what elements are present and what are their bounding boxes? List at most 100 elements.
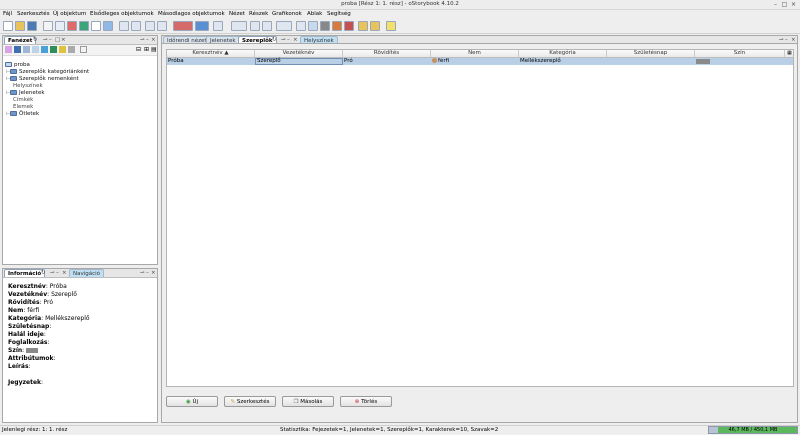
scene-filter-icon[interactable]: [32, 46, 39, 53]
tab-information[interactable]: Információ: [4, 269, 46, 277]
menu-file[interactable]: Fájl: [3, 11, 12, 17]
menu-window[interactable]: Ablak: [307, 11, 322, 17]
export-icon[interactable]: [308, 21, 318, 31]
location-icon[interactable]: [79, 21, 89, 31]
cell-color: [695, 58, 785, 65]
column-header-lastname[interactable]: Vezetéknév: [255, 50, 343, 57]
options-icon[interactable]: ▤: [151, 46, 157, 53]
float-icon[interactable]: ⊸: [140, 270, 145, 276]
manage-view-icon[interactable]: [145, 21, 155, 31]
location-filter-icon[interactable]: [50, 46, 57, 53]
cell-gender: férfi: [431, 58, 519, 65]
menu-help[interactable]: Segítség: [327, 11, 351, 17]
more-filter-icon[interactable]: [68, 46, 75, 53]
scene-icon[interactable]: [55, 21, 65, 31]
tag-icon[interactable]: [103, 21, 113, 31]
folder-icon: [10, 69, 17, 74]
column-header-category[interactable]: Kategória: [519, 50, 607, 57]
column-header-gender[interactable]: Nem: [431, 50, 519, 57]
idea-filter-icon[interactable]: [59, 46, 66, 53]
statistics: Statisztika: Fejezetek=1, Jelenetek=1, S…: [280, 427, 499, 433]
column-header-birthday[interactable]: Születésnap: [607, 50, 695, 57]
part-icon[interactable]: [14, 46, 21, 53]
refresh-icon[interactable]: [332, 21, 342, 31]
menu-parts[interactable]: Részek: [249, 11, 268, 17]
table-row[interactable]: Próba Szereplő Pró férfi Mellékszereplő: [167, 58, 793, 65]
tree-item-locations[interactable]: Helyszínek: [13, 83, 43, 89]
tree-root[interactable]: proba: [5, 62, 30, 68]
close-icon[interactable]: ×: [62, 270, 67, 276]
filter-icon[interactable]: [5, 46, 12, 53]
refresh-icon[interactable]: ↻: [33, 37, 38, 43]
tree-item-tags[interactable]: Címkék: [13, 97, 33, 103]
column-header-abbreviation[interactable]: Rövidítés: [343, 50, 431, 57]
tab-tree-view[interactable]: Fanézet: [4, 36, 37, 44]
panel-close-icon[interactable]: ×: [151, 270, 156, 276]
refresh-icon[interactable]: ↻: [41, 270, 46, 276]
folder-icon: [10, 76, 17, 81]
print-icon[interactable]: [320, 21, 330, 31]
menu-secondary-objects[interactable]: Másodlagos objektumok: [158, 11, 225, 17]
attribute-icon[interactable]: [296, 21, 306, 31]
previous-icon[interactable]: [358, 21, 368, 31]
minimize-icon[interactable]: –: [49, 37, 52, 43]
collapse-icon[interactable]: ⊟: [136, 46, 141, 53]
tree-item-scenes[interactable]: ⊢ Jelenetek: [6, 90, 45, 96]
item-icon[interactable]: [91, 21, 101, 31]
minimize-icon[interactable]: –: [772, 1, 779, 8]
person-filter-icon[interactable]: [41, 46, 48, 53]
book-view-icon[interactable]: [131, 21, 141, 31]
delete-button[interactable]: ⊗ Törlés: [340, 396, 392, 407]
new-file-icon[interactable]: [3, 21, 13, 31]
edit-button[interactable]: ✎ Szerkesztés: [224, 396, 276, 407]
panel-close-icon[interactable]: ×: [151, 37, 156, 43]
tree-item-persons-category[interactable]: ⊢ Szereplők kategóriánként: [6, 69, 89, 75]
tree-item-ideas[interactable]: ⊢ Ötletek: [6, 111, 39, 117]
menu-edit[interactable]: Szerkesztés: [17, 11, 50, 17]
pin-icon[interactable]: ⊸: [50, 270, 55, 276]
float-icon[interactable]: ⊸: [140, 37, 145, 43]
tab-navigation[interactable]: Navigáció: [69, 269, 105, 277]
memory-bar[interactable]: 46,7 MB / 450,1 MB: [708, 426, 798, 434]
link-icon[interactable]: [276, 21, 292, 31]
column-header-color[interactable]: Szín: [695, 50, 785, 57]
tree-item-items[interactable]: Elemek: [13, 104, 33, 110]
pin-icon[interactable]: ⊸: [43, 37, 48, 43]
next-icon[interactable]: [370, 21, 380, 31]
settings-icon[interactable]: [344, 21, 354, 31]
maximize-icon[interactable]: □: [781, 1, 788, 8]
tip-icon[interactable]: [386, 21, 396, 31]
chart-icon[interactable]: [231, 21, 247, 31]
close-icon[interactable]: ×: [790, 1, 797, 8]
minimize-icon[interactable]: –: [56, 270, 59, 276]
chapter-filter-icon[interactable]: [23, 46, 30, 53]
edit-icon: ✎: [230, 399, 236, 405]
chrono-view-icon[interactable]: [119, 21, 129, 31]
tree-item-persons-gender[interactable]: ⊢ Szereplők nemenként: [6, 76, 79, 82]
list-icon[interactable]: [262, 21, 272, 31]
new-button[interactable]: ◉ Új: [166, 396, 218, 407]
expand-icon[interactable]: ⊞: [144, 46, 149, 53]
storyboard-icon[interactable]: [195, 21, 209, 31]
checkbox-icon[interactable]: [80, 46, 87, 53]
menu-primary-objects[interactable]: Elsődleges objektumok: [90, 11, 154, 17]
close-icon[interactable]: ×: [61, 37, 66, 43]
maximize-icon[interactable]: □: [55, 37, 60, 43]
main-panel: Keresztnév ▲ Vezetéknév Rövidítés Nem Ka…: [161, 43, 798, 423]
chapter-icon[interactable]: [43, 21, 53, 31]
save-icon[interactable]: [27, 21, 37, 31]
reading-view-icon[interactable]: [157, 21, 167, 31]
copy-button[interactable]: ❐ Másolás: [282, 396, 334, 407]
panel-minimize-icon[interactable]: –: [146, 270, 149, 276]
menu-charts[interactable]: Grafikonok: [272, 11, 302, 17]
menu-view[interactable]: Nézet: [229, 11, 245, 17]
column-chooser-icon[interactable]: ▦: [786, 50, 793, 57]
column-header-firstname[interactable]: Keresztnév ▲: [167, 50, 255, 57]
grid-icon[interactable]: [250, 21, 260, 31]
table-view-icon[interactable]: [213, 21, 223, 31]
open-folder-icon[interactable]: [15, 21, 25, 31]
person-icon[interactable]: [67, 21, 77, 31]
menu-new-object[interactable]: Új objektum: [53, 11, 86, 17]
memoria-icon[interactable]: [173, 21, 193, 31]
panel-minimize-icon[interactable]: –: [146, 37, 149, 43]
